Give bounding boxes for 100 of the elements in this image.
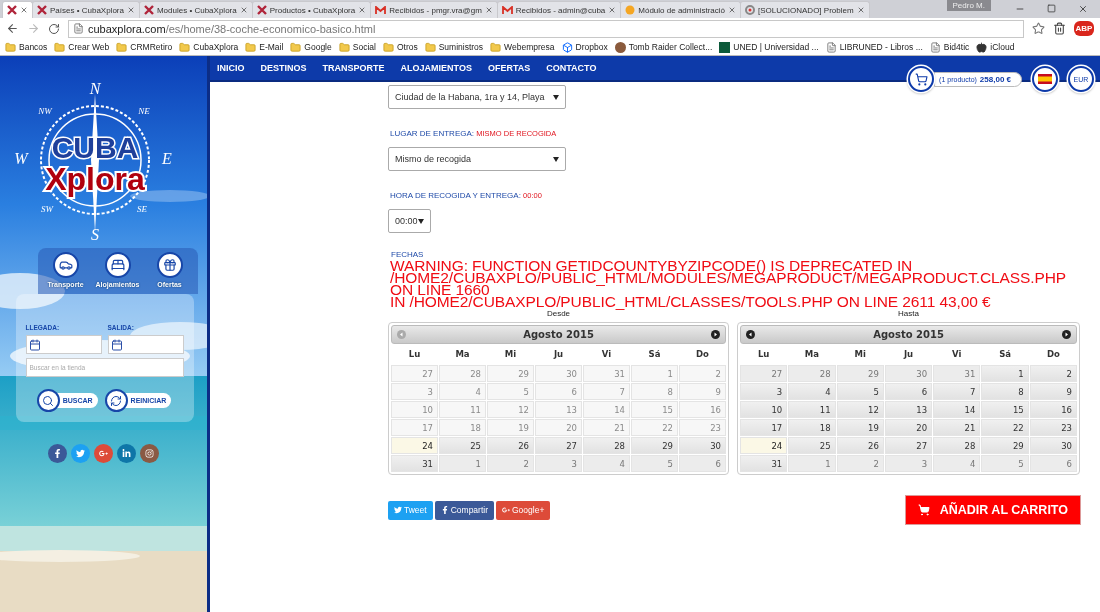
- bookmark[interactable]: Otros: [382, 41, 418, 53]
- calendar-day[interactable]: 21: [933, 419, 981, 436]
- calendar-day[interactable]: 26: [487, 437, 534, 454]
- calendar-day[interactable]: 27: [884, 437, 933, 454]
- restore-icon[interactable]: [1047, 4, 1056, 13]
- calendar-day[interactable]: 1: [981, 365, 1029, 382]
- date-field[interactable]: [25, 335, 102, 354]
- language-button[interactable]: [1032, 66, 1058, 92]
- next-icon[interactable]: [1062, 330, 1071, 339]
- next-icon[interactable]: [711, 330, 720, 339]
- calendar-day[interactable]: 4: [933, 455, 981, 472]
- bookmark-star-icon[interactable]: [1032, 22, 1045, 35]
- calendar-day[interactable]: 6: [884, 383, 933, 400]
- calendar-day[interactable]: 17: [740, 419, 788, 436]
- calendar-day[interactable]: 15: [981, 401, 1029, 418]
- browser-tab[interactable]: Países • CubaXplora: [32, 1, 140, 18]
- calendar-day[interactable]: 19: [836, 419, 884, 436]
- calendar-day[interactable]: 29: [631, 437, 678, 454]
- calendar-day[interactable]: 3: [535, 455, 582, 472]
- calendar-day[interactable]: 30: [1029, 437, 1077, 454]
- calendar-day[interactable]: 18: [788, 419, 836, 436]
- previous-icon[interactable]: [746, 330, 755, 339]
- calendar-day[interactable]: 29: [836, 365, 884, 382]
- calendar-day[interactable]: 6: [679, 455, 726, 472]
- calendar-day[interactable]: 2: [1029, 365, 1077, 382]
- calendar-day[interactable]: 4: [439, 383, 486, 400]
- close-icon[interactable]: [1078, 4, 1088, 14]
- calendar-day[interactable]: 16: [1029, 401, 1077, 418]
- browser-tab[interactable]: Modules • CubaXplora: [138, 1, 253, 18]
- time-dropdown[interactable]: 00:00: [388, 209, 431, 233]
- nav-link[interactable]: TRANSPORTE: [322, 63, 385, 73]
- calendar-day[interactable]: 5: [981, 455, 1029, 472]
- calendar-day[interactable]: 20: [884, 419, 933, 436]
- calendar-day[interactable]: 22: [981, 419, 1029, 436]
- calendar-day[interactable]: 25: [788, 437, 836, 454]
- browser-tab[interactable]: Recibidos - admin@cuba: [496, 1, 622, 18]
- trash-icon[interactable]: [1053, 22, 1066, 35]
- share-button[interactable]: Compartir: [434, 500, 494, 520]
- calendar-day[interactable]: 4: [583, 455, 630, 472]
- bookmark[interactable]: Suministros: [424, 41, 484, 53]
- calendar-day[interactable]: 30: [884, 365, 933, 382]
- bookmark[interactable]: CRMRetiro: [116, 41, 173, 53]
- browser-tab[interactable]: Módulo de administració: [620, 1, 741, 18]
- calendar-day[interactable]: 27: [740, 365, 788, 382]
- calendar-day[interactable]: 1: [439, 455, 486, 472]
- nav-link[interactable]: INICIO: [217, 63, 245, 73]
- address-bar[interactable]: cubaxplora.com/es/home/38-coche-economico-basico.html: [68, 19, 1024, 38]
- bookmark[interactable]: Google: [290, 41, 332, 53]
- back-icon[interactable]: [6, 22, 19, 35]
- date-field[interactable]: [107, 335, 184, 354]
- nav-link[interactable]: CONTACTO: [546, 63, 597, 73]
- calendar-day[interactable]: 14: [933, 401, 981, 418]
- calendar-day[interactable]: 3: [740, 383, 788, 400]
- nav-link[interactable]: OFERTAS: [487, 63, 531, 73]
- calendar-day[interactable]: 26: [836, 437, 884, 454]
- close-icon[interactable]: [856, 6, 865, 14]
- bookmark[interactable]: Dropbox: [561, 41, 608, 53]
- calendar-day[interactable]: 8: [981, 383, 1029, 400]
- calendar-day[interactable]: 4: [788, 383, 836, 400]
- bookmark[interactable]: Bancos: [5, 41, 48, 53]
- bookmark[interactable]: E-Mail: [245, 41, 284, 53]
- nav-link[interactable]: DESTINOS: [260, 63, 307, 73]
- calendar-day[interactable]: 31: [740, 455, 788, 472]
- calendar-day[interactable]: 23: [1029, 419, 1077, 436]
- calendar-day[interactable]: 24: [391, 437, 438, 454]
- cart-button[interactable]: [908, 66, 935, 92]
- bookmark[interactable]: Social: [338, 41, 376, 53]
- bookmark[interactable]: LIBRUNED - Libros ...: [825, 41, 923, 53]
- bookmark[interactable]: Crear Web: [54, 41, 110, 53]
- calendar-day[interactable]: 5: [631, 455, 678, 472]
- calendar-day[interactable]: 12: [836, 401, 884, 418]
- calendar-day[interactable]: 10: [740, 401, 788, 418]
- bookmark[interactable]: iCloud: [976, 41, 1015, 53]
- calendar-day[interactable]: 2: [836, 455, 884, 472]
- reload-icon[interactable]: [48, 22, 60, 35]
- calendar-day[interactable]: 5: [836, 383, 884, 400]
- bookmark[interactable]: CubaXplora: [179, 41, 239, 53]
- calendar-day[interactable]: 29: [981, 437, 1029, 454]
- close-icon[interactable]: [484, 6, 493, 14]
- calendar-day[interactable]: 13: [884, 401, 933, 418]
- adblock-icon[interactable]: ABP: [1074, 21, 1094, 36]
- calendar-day[interactable]: 2: [487, 455, 534, 472]
- calendar-day[interactable]: 7: [933, 383, 981, 400]
- calendar-day[interactable]: 1: [788, 455, 836, 472]
- calendar-day[interactable]: 30: [679, 437, 726, 454]
- bookmark[interactable]: Webempresa: [490, 41, 555, 53]
- close-icon[interactable]: [728, 6, 736, 14]
- browser-tab[interactable]: [2, 1, 33, 18]
- calendar-day[interactable]: 25: [439, 437, 486, 454]
- browser-tab[interactable]: [SOLUCIONADO] Problem: [740, 1, 870, 18]
- browser-tab[interactable]: Recibidos - pmgr.vra@gm: [370, 1, 498, 18]
- bookmark[interactable]: UNED | Universidad ...: [719, 41, 819, 53]
- calendar-day[interactable]: 3: [884, 455, 933, 472]
- share-button[interactable]: Google+: [496, 500, 551, 520]
- calendar-day[interactable]: 28: [933, 437, 981, 454]
- close-icon[interactable]: [126, 6, 135, 14]
- close-icon[interactable]: [20, 6, 28, 14]
- calendar-day[interactable]: 11: [788, 401, 836, 418]
- bookmark[interactable]: Bid4tic: [929, 41, 970, 53]
- add-to-cart-button[interactable]: AÑADIR AL CARRITO: [904, 495, 1081, 525]
